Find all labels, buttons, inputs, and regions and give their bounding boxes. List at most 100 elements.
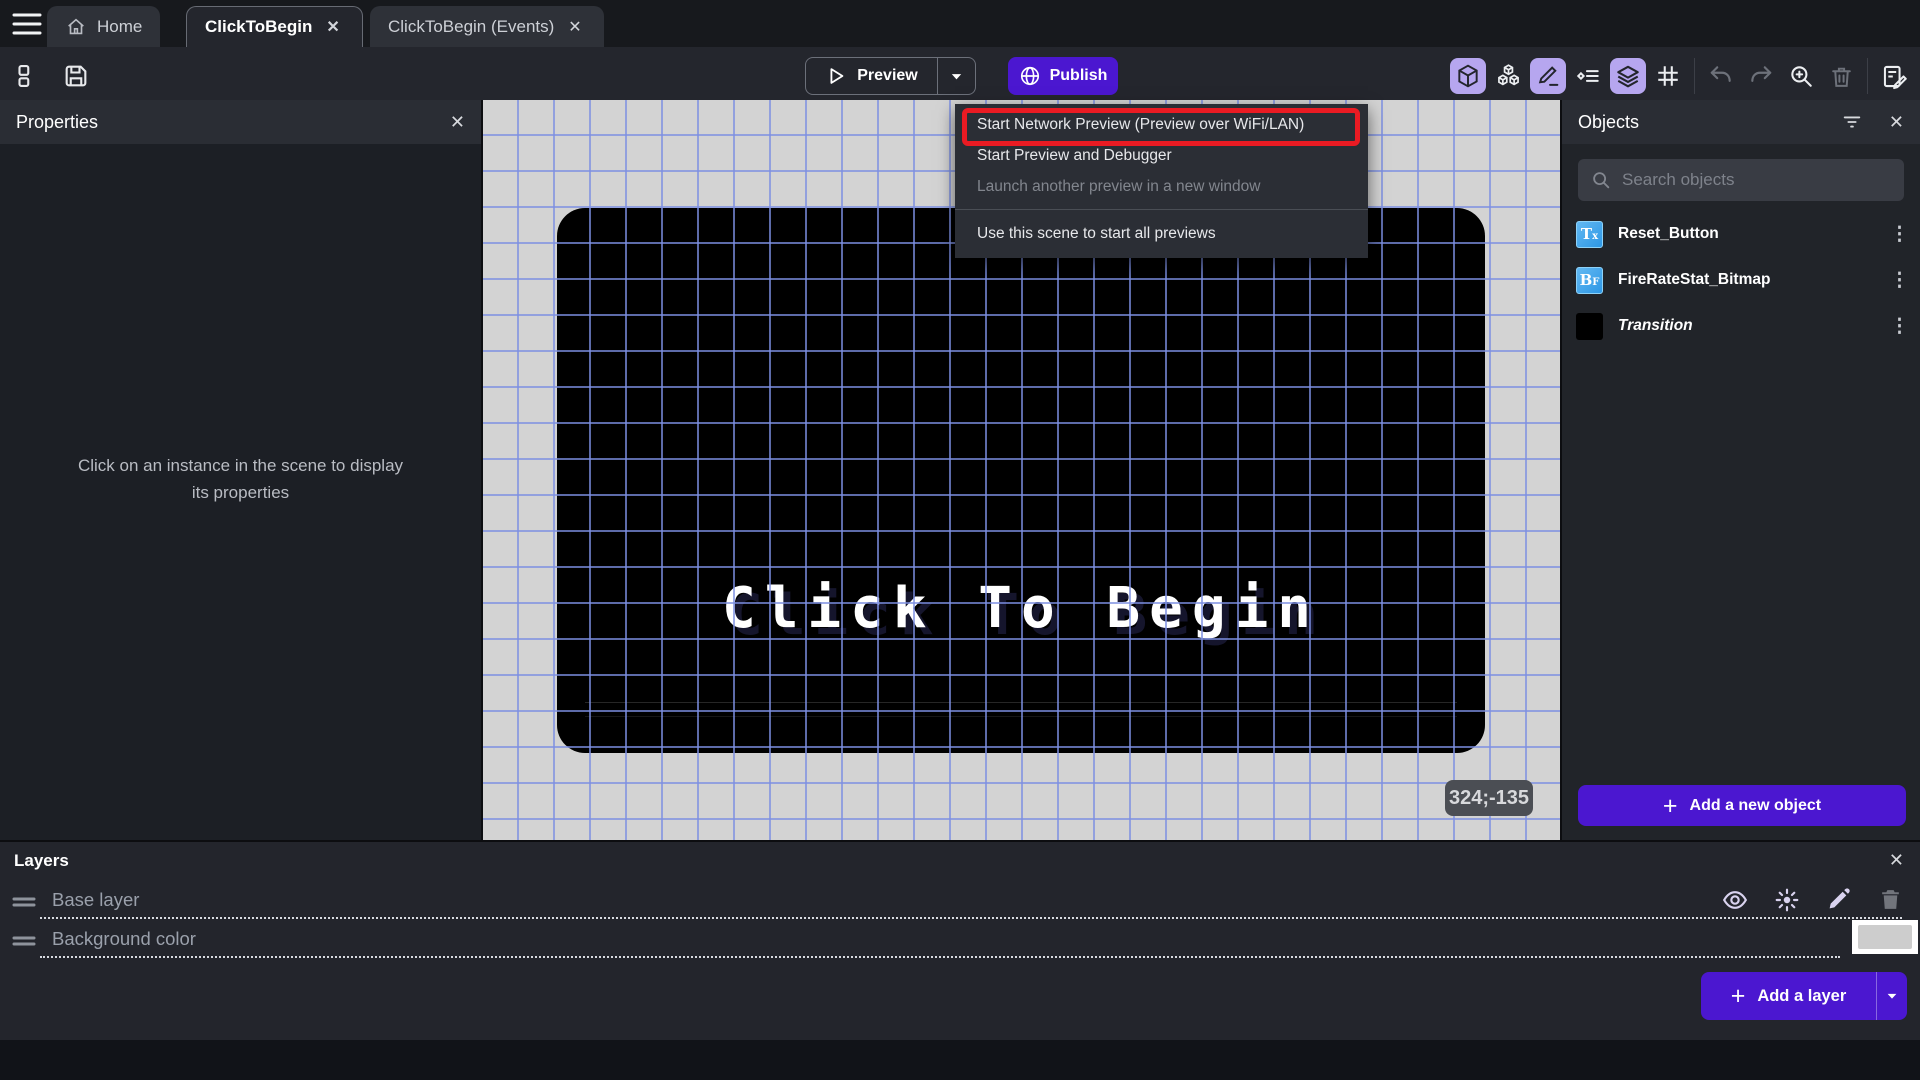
- redo-icon[interactable]: [1743, 58, 1779, 94]
- chevron-down-icon: [1887, 993, 1897, 999]
- grid-icon[interactable]: [1650, 58, 1686, 94]
- menu-item-preview-debugger[interactable]: Start Preview and Debugger: [955, 140, 1368, 171]
- add-new-object-button[interactable]: + Add a new object: [1578, 785, 1906, 826]
- layer-name-underline: [40, 956, 1840, 958]
- close-properties-icon[interactable]: ✕: [450, 112, 465, 133]
- delete-icon[interactable]: [1823, 58, 1859, 94]
- properties-panel: Properties ✕ Click on an instance in the…: [0, 100, 483, 840]
- menu-divider: [955, 209, 1368, 210]
- globe-icon: [1019, 65, 1041, 87]
- objects-panel: Objects ✕ Tx Reset_Button ⋮ BF FireRateS…: [1560, 100, 1920, 840]
- layers-panel: Layers ✕ Base layer Background color + A…: [0, 840, 1920, 1040]
- tab-clicktobegin[interactable]: ClickToBegin ✕: [186, 6, 363, 47]
- layer-row-base: Base layer: [0, 885, 1920, 919]
- toolbar-left: [16, 62, 92, 92]
- tab-home[interactable]: Home: [47, 6, 161, 47]
- home-icon: [65, 16, 87, 38]
- layer-effects-icon[interactable]: [1774, 887, 1800, 913]
- bottom-strip: [0, 1040, 1920, 1080]
- preview-button-group: Preview: [805, 57, 976, 95]
- tab-clicktobegin-events[interactable]: ClickToBegin (Events) ✕: [370, 6, 604, 47]
- add-layer-button[interactable]: + Add a layer: [1701, 972, 1877, 1020]
- play-icon: [825, 65, 847, 87]
- object-name: Transition: [1618, 317, 1693, 334]
- add-layer-options-button[interactable]: [1877, 972, 1907, 1020]
- drag-handle-icon[interactable]: [12, 895, 36, 909]
- properties-panel-header: Properties ✕: [0, 100, 481, 144]
- plus-icon: +: [1730, 982, 1746, 1010]
- plus-icon: +: [1662, 791, 1678, 820]
- gdevelop-window: Home ClickToBegin ✕ ClickToBegin (Events…: [0, 0, 1920, 1080]
- add-object-label: Add a new object: [1689, 796, 1822, 814]
- publish-label: Publish: [1049, 67, 1108, 84]
- scene-inner-outline: [585, 702, 1457, 717]
- layer-name-underline: [40, 917, 1902, 919]
- preview-options-menu: Start Network Preview (Preview over WiFi…: [955, 104, 1368, 258]
- zoom-in-icon[interactable]: [1783, 58, 1819, 94]
- close-tab-icon[interactable]: ✕: [564, 15, 585, 39]
- visibility-eye-icon[interactable]: [1722, 887, 1748, 913]
- toggle-objects-panel-icon[interactable]: [1450, 58, 1486, 94]
- layer-row-background-color: Background color: [0, 920, 1920, 958]
- save-icon[interactable]: [62, 62, 92, 92]
- toolbar-right: [1448, 57, 1914, 95]
- layer-actions: [1722, 887, 1904, 913]
- undo-icon[interactable]: [1703, 58, 1739, 94]
- object-menu-icon[interactable]: ⋮: [1890, 225, 1909, 244]
- toolbar-divider: [1694, 58, 1695, 94]
- menu-item-network-preview[interactable]: Start Network Preview (Preview over WiFi…: [955, 109, 1368, 140]
- layers-title: Layers: [14, 851, 69, 870]
- objects-title: Objects: [1578, 111, 1640, 132]
- layer-name[interactable]: Base layer: [52, 889, 139, 911]
- toggle-layers-panel-icon[interactable]: [1610, 58, 1646, 94]
- properties-title: Properties: [16, 111, 99, 132]
- cursor-coordinates-badge: 324;-135: [1445, 780, 1533, 816]
- preview-options-button[interactable]: [938, 57, 976, 95]
- scene-title-text: Click To Begin: [721, 576, 1320, 641]
- properties-empty-message: Click on an instance in the scene to dis…: [77, 456, 404, 502]
- object-row-transition[interactable]: Transition ⋮: [1562, 303, 1920, 349]
- close-tab-icon[interactable]: ✕: [322, 15, 343, 39]
- menu-item-use-scene-for-previews[interactable]: Use this scene to start all previews: [955, 218, 1368, 249]
- search-icon: [1590, 169, 1612, 191]
- text-object-icon: Tx: [1576, 220, 1603, 248]
- object-row-fireratestat-bitmap[interactable]: BF FireRateStat_Bitmap ⋮: [1562, 257, 1920, 303]
- sprite-object-icon: [1576, 312, 1603, 340]
- object-menu-icon[interactable]: ⋮: [1890, 317, 1909, 336]
- drag-handle-icon[interactable]: [12, 934, 36, 948]
- chevron-down-icon: [949, 69, 964, 84]
- tab-label: ClickToBegin: [205, 17, 313, 36]
- add-layer-button-group: + Add a layer: [1701, 972, 1907, 1020]
- preview-button[interactable]: Preview: [805, 57, 938, 95]
- delete-layer-icon[interactable]: [1878, 887, 1904, 913]
- objects-panel-header: Objects ✕: [1562, 100, 1920, 144]
- scene-background-rect[interactable]: Click To Begin: [557, 208, 1485, 753]
- object-row-reset-button[interactable]: Tx Reset_Button ⋮: [1562, 211, 1920, 257]
- objects-search[interactable]: [1578, 159, 1904, 201]
- layer-name[interactable]: Background color: [52, 928, 196, 950]
- preview-label: Preview: [857, 67, 918, 84]
- instances-list-icon[interactable]: [1570, 58, 1606, 94]
- add-layer-label: Add a layer: [1757, 986, 1847, 1005]
- tab-label: ClickToBegin (Events): [388, 16, 555, 36]
- publish-button[interactable]: Publish: [1008, 57, 1118, 95]
- search-input[interactable]: [1622, 170, 1892, 190]
- background-color-swatch[interactable]: [1852, 920, 1918, 954]
- close-layers-icon[interactable]: ✕: [1889, 850, 1904, 871]
- object-name: FireRateStat_Bitmap: [1618, 271, 1771, 288]
- object-groups-icon[interactable]: [1490, 58, 1526, 94]
- menu-item-launch-another-preview[interactable]: Launch another preview in a new window: [955, 171, 1368, 202]
- object-name: Reset_Button: [1618, 225, 1719, 242]
- filter-icon[interactable]: [1841, 111, 1863, 133]
- edit-scene-events-icon[interactable]: [1876, 58, 1912, 94]
- tab-bar: Home ClickToBegin ✕ ClickToBegin (Events…: [0, 0, 1920, 47]
- tab-label: Home: [97, 16, 143, 36]
- edit-layer-icon[interactable]: [1826, 887, 1852, 913]
- bitmap-font-object-icon: BF: [1576, 266, 1603, 294]
- object-menu-icon[interactable]: ⋮: [1890, 271, 1909, 290]
- close-objects-icon[interactable]: ✕: [1889, 112, 1904, 133]
- main-menu-icon[interactable]: [12, 11, 42, 37]
- edit-properties-icon[interactable]: [1530, 58, 1566, 94]
- open-panels-icon[interactable]: [16, 62, 46, 92]
- toolbar-divider: [1867, 58, 1868, 94]
